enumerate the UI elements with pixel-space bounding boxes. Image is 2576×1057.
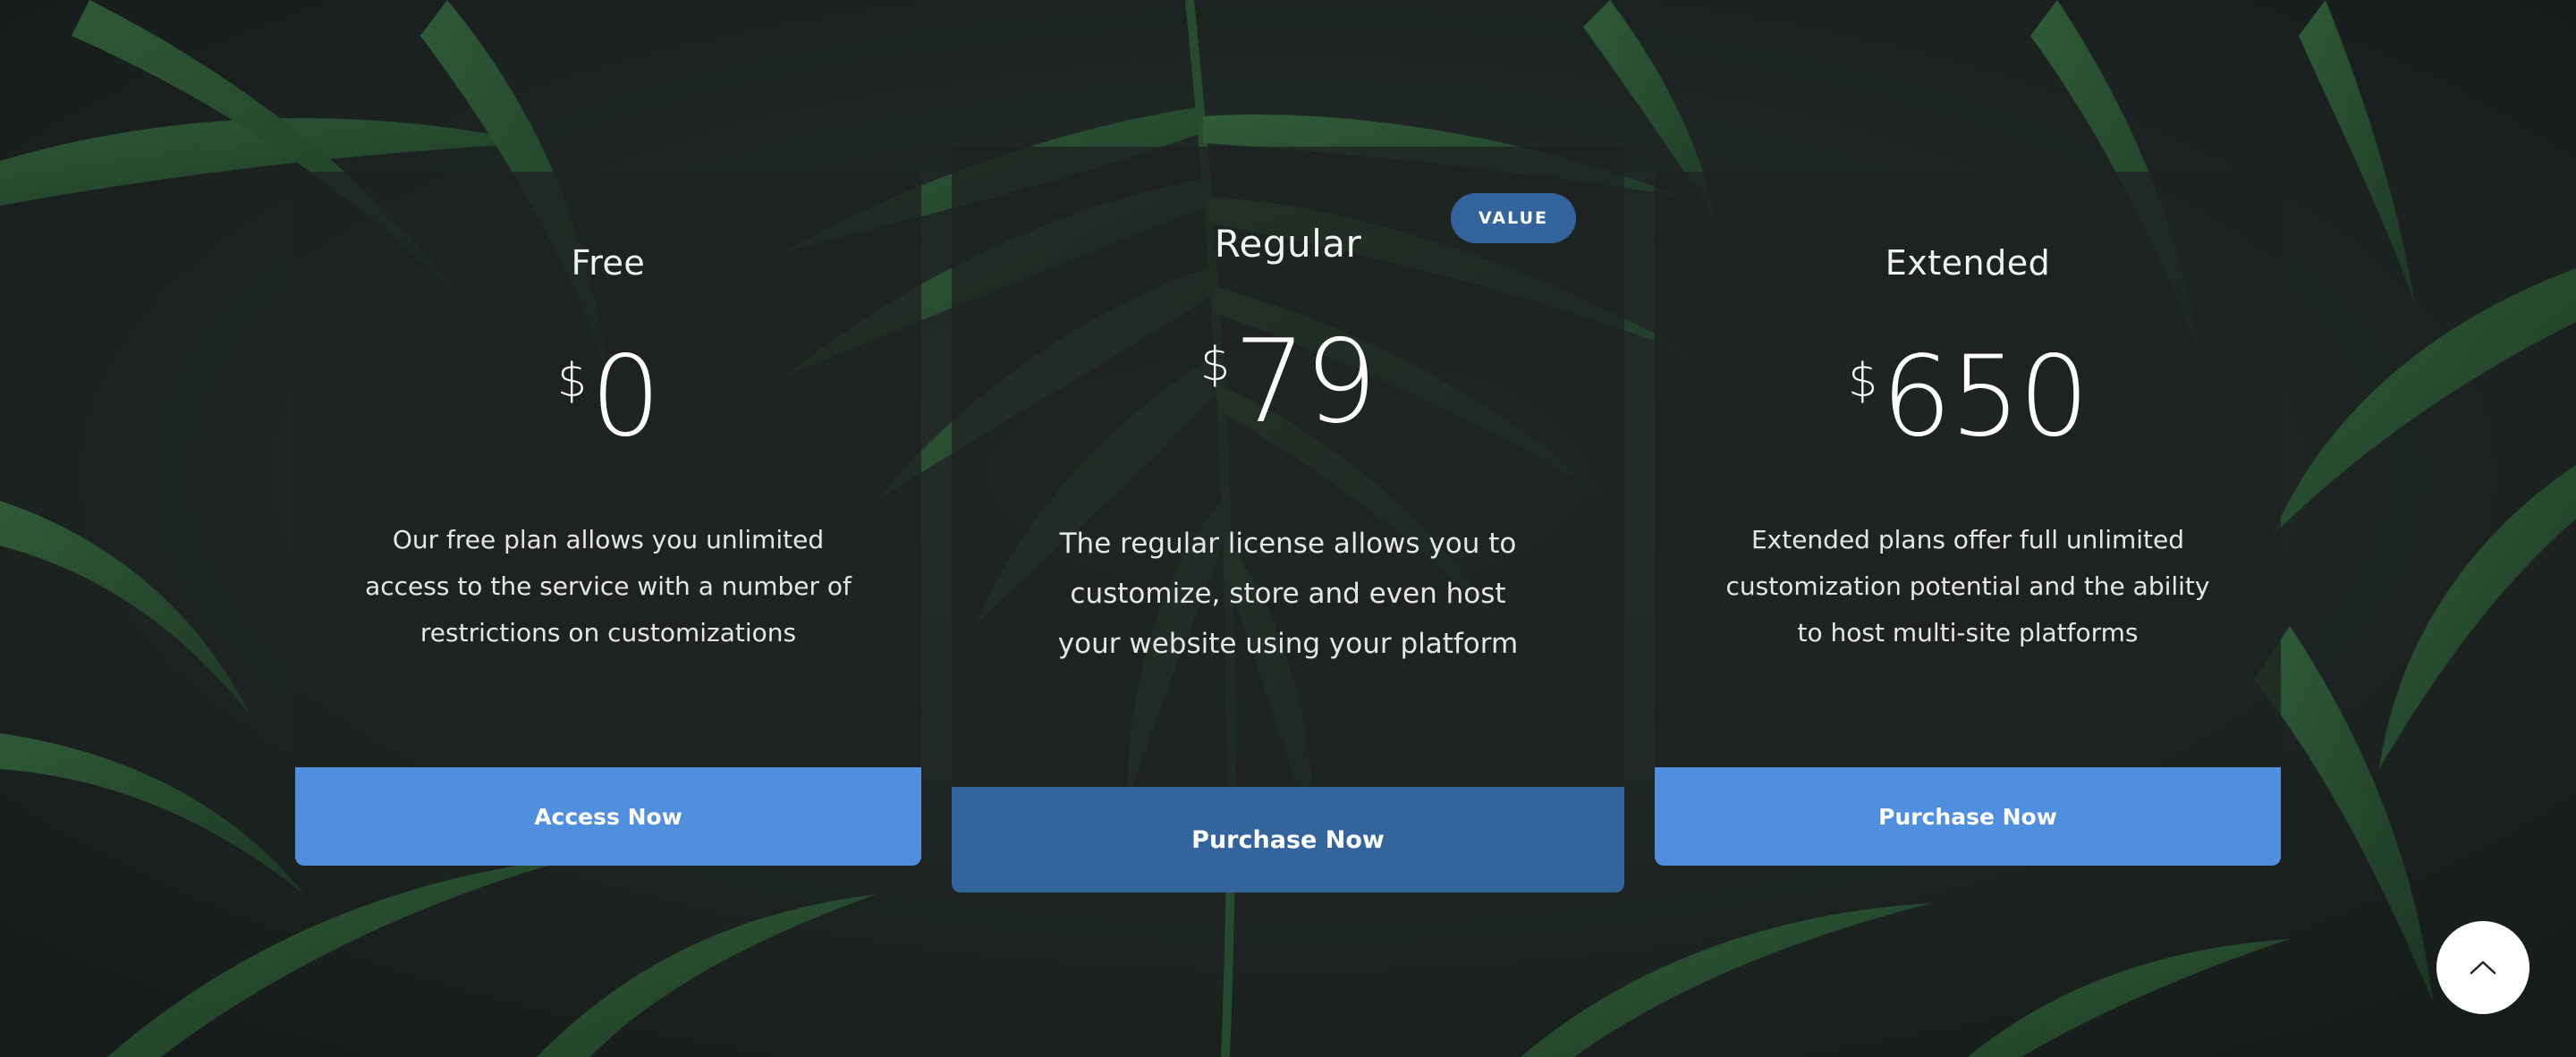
currency-symbol: $ [1200, 338, 1231, 392]
plan-description: Our free plan allows you unlimited acces… [365, 525, 852, 647]
price-amount: 650 [1881, 333, 2089, 461]
plan-price: $ 650 [1655, 342, 2281, 452]
plan-price: $ 79 [952, 326, 1624, 440]
chevron-up-icon [2470, 960, 2496, 975]
price-amount: 79 [1233, 316, 1377, 449]
currency-symbol: $ [557, 354, 588, 408]
pricing-card-extended: Extended $ 650 Extended plans offer full… [1655, 172, 2281, 866]
pricing-card-free: Free $ 0 Our free plan allows you unlimi… [295, 172, 921, 866]
pricing-card-regular: VALUE Regular $ 79 The regular license a… [952, 147, 1624, 892]
price-amount: 0 [590, 333, 661, 461]
scroll-to-top-button[interactable] [2436, 921, 2529, 1014]
currency-symbol: $ [1848, 354, 1878, 408]
plan-price: $ 0 [295, 342, 921, 452]
plan-description: The regular license allows you to custom… [1057, 528, 1519, 660]
purchase-now-button[interactable]: Purchase Now [952, 787, 1624, 892]
plan-title: Extended [1885, 243, 2051, 283]
access-now-button[interactable]: Access Now [295, 767, 921, 866]
plan-description: Extended plans offer full unlimited cust… [1725, 525, 2210, 647]
plan-title: Free [571, 243, 646, 283]
plan-title: Regular [1214, 222, 1362, 266]
purchase-now-button[interactable]: Purchase Now [1655, 767, 2281, 866]
